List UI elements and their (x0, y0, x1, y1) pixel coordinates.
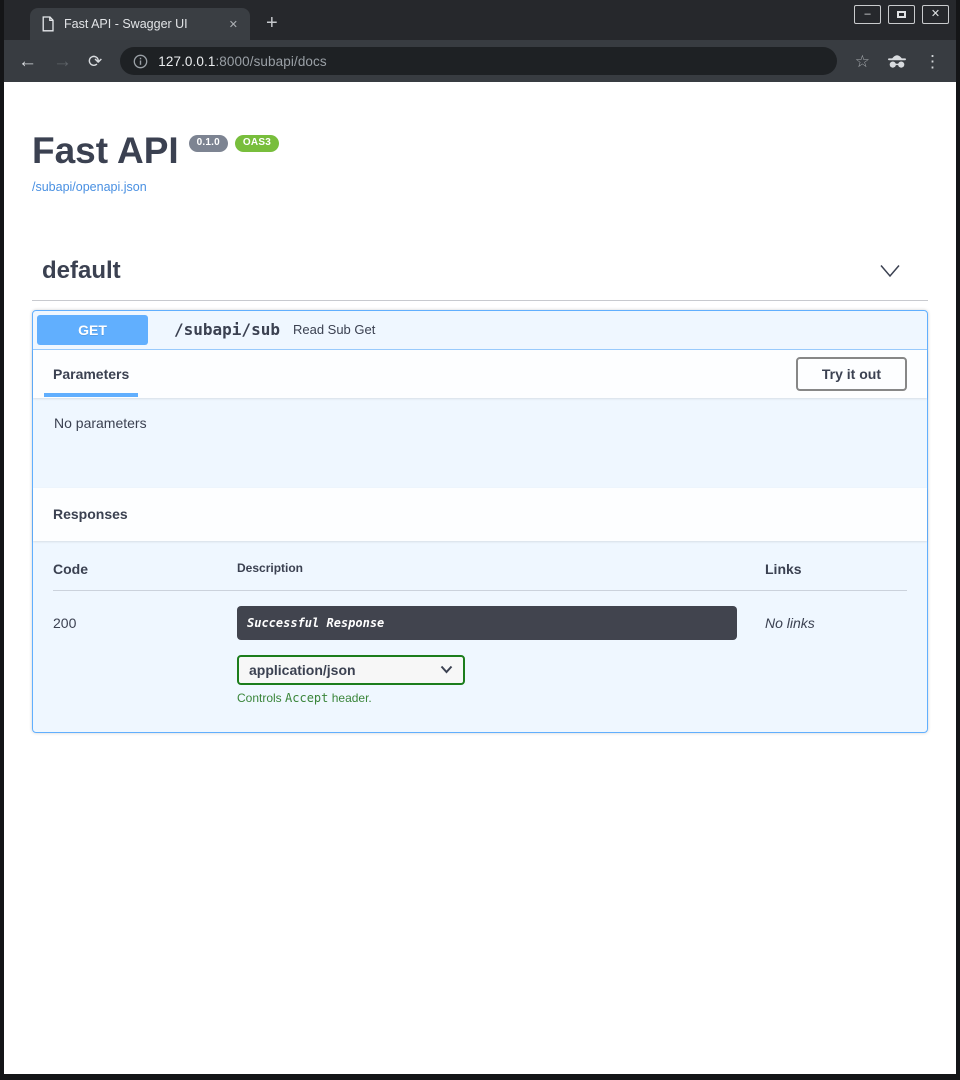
table-row: 200 Successful Response application/json (53, 591, 907, 705)
no-parameters-message: No parameters (33, 398, 927, 488)
col-header-code: Code (53, 561, 237, 577)
responses-table-head: Code Description Links (53, 561, 907, 591)
col-header-links: Links (765, 561, 907, 577)
info-icon[interactable] (133, 54, 148, 69)
media-type-select[interactable]: application/json (237, 655, 465, 685)
accept-code: Accept (285, 691, 328, 705)
page-content: Fast API 0.1.0 OAS3 /subapi/openapi.json… (4, 82, 956, 1074)
try-it-out-button[interactable]: Try it out (796, 357, 907, 391)
maximize-icon (897, 11, 906, 18)
tag-name: default (42, 257, 121, 285)
responses-table: Code Description Links 200 Successful Re… (33, 541, 927, 732)
forward-icon[interactable]: → (53, 52, 72, 71)
opblock-get-subapi-sub: GET /subapi/sub Read Sub Get Parameters … (32, 310, 928, 733)
api-info: Fast API 0.1.0 OAS3 /subapi/openapi.json (32, 132, 928, 196)
minimize-button[interactable]: – (854, 5, 881, 24)
version-badge: 0.1.0 (189, 135, 228, 152)
maximize-button[interactable] (888, 5, 915, 24)
operation-path: /subapi/sub (174, 320, 280, 339)
new-tab-button[interactable]: + (266, 13, 278, 33)
oas3-badge: OAS3 (235, 135, 279, 152)
back-icon[interactable]: ← (18, 52, 37, 71)
operation-description: Read Sub Get (293, 322, 375, 337)
page-favicon-icon (41, 16, 55, 32)
address-bar[interactable]: 127.0.0.1:8000/subapi/docs (120, 47, 837, 75)
accept-header-hint: Controls Accept header. (237, 691, 765, 705)
tab-close-icon[interactable]: ✕ (225, 17, 242, 32)
response-code: 200 (53, 606, 237, 631)
operation-summary[interactable]: GET /subapi/sub Read Sub Get (33, 311, 927, 350)
tag-section-default[interactable]: default (32, 253, 928, 301)
chevron-down-icon[interactable] (879, 264, 901, 278)
window-controls: – ✕ (854, 5, 949, 24)
browser-titlebar: Fast API - Swagger UI ✕ + – ✕ (4, 0, 956, 40)
openapi-spec-link[interactable]: /subapi/openapi.json (32, 180, 147, 194)
incognito-icon (886, 54, 908, 69)
url-text: 127.0.0.1:8000/subapi/docs (158, 54, 327, 69)
browser-menu-icon[interactable]: ⋮ (924, 53, 942, 70)
page-title: Fast API 0.1.0 OAS3 (32, 132, 928, 171)
response-description-box: Successful Response (237, 606, 737, 640)
tab-title: Fast API - Swagger UI (64, 17, 216, 31)
browser-tab[interactable]: Fast API - Swagger UI ✕ (30, 8, 250, 40)
close-window-button[interactable]: ✕ (922, 5, 949, 24)
tab-parameters[interactable]: Parameters (53, 366, 129, 382)
bookmark-star-icon[interactable]: ☆ (855, 53, 870, 70)
browser-window: Fast API - Swagger UI ✕ + – ✕ ← → ⟳ 127.… (4, 0, 956, 1074)
response-links: No links (765, 606, 907, 631)
url-path: :8000/subapi/docs (215, 54, 326, 69)
browser-toolbar: ← → ⟳ 127.0.0.1:8000/subapi/docs ☆ (4, 40, 956, 82)
media-type-value: application/json (249, 662, 356, 678)
col-header-description: Description (237, 561, 765, 577)
reload-icon[interactable]: ⟳ (88, 53, 102, 70)
responses-header: Responses (33, 488, 927, 541)
api-title-text: Fast API (32, 132, 179, 171)
responses-title: Responses (53, 506, 128, 522)
parameters-header: Parameters Try it out (33, 350, 927, 398)
select-chevron-icon (440, 665, 453, 674)
url-host: 127.0.0.1 (158, 54, 215, 69)
http-method-badge: GET (37, 315, 148, 345)
